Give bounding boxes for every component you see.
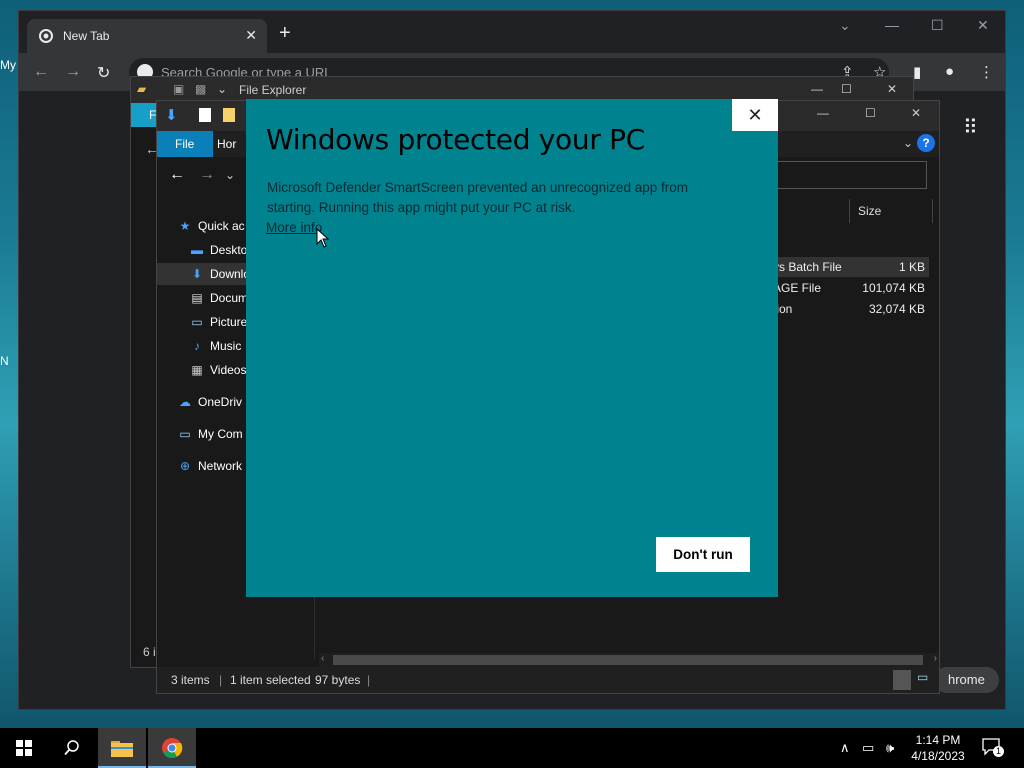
notification-count-badge: 1 <box>993 746 1004 757</box>
computer-icon: ▭ <box>179 427 191 441</box>
dialog-close-button[interactable]: ✕ <box>732 99 778 131</box>
status-selected: 1 item selected <box>230 673 311 687</box>
downloads-icon: ⬇ <box>191 267 203 281</box>
search-icon <box>64 740 79 756</box>
status-divider: | <box>219 673 223 687</box>
tab-search-icon[interactable]: ⌄ <box>839 17 851 34</box>
volume-icon[interactable]: 🕪 <box>886 740 894 756</box>
ribbon-file-tab[interactable]: F <box>131 103 159 127</box>
ribbon-file-tab[interactable]: File <box>157 131 213 157</box>
forward-icon[interactable]: → <box>65 63 81 81</box>
properties-icon: ▣ <box>173 82 185 96</box>
clock[interactable]: 1:14 PM 4/18/2023 <box>908 732 968 764</box>
star-icon: ★ <box>179 219 191 233</box>
forward-icon[interactable]: → <box>199 166 215 184</box>
maximize-button[interactable]: ☐ <box>865 106 876 120</box>
close-button[interactable]: ✕ <box>977 17 989 34</box>
status-bar: 3 items | 1 item selected 97 bytes | ▭ <box>157 667 939 693</box>
mouse-cursor-icon <box>316 228 330 248</box>
minimize-button[interactable]: — <box>817 106 829 120</box>
download-arrow-icon: ⬇ <box>165 107 178 124</box>
scroll-left-icon[interactable]: ‹ <box>321 653 324 664</box>
help-icon[interactable]: ? <box>917 134 935 152</box>
chrome-tab-new-tab[interactable]: New Tab ✕ <box>27 19 267 53</box>
customize-chrome-button[interactable]: hrome <box>934 667 999 693</box>
dont-run-button[interactable]: Don't run <box>656 537 750 572</box>
details-view-icon[interactable] <box>893 670 911 690</box>
profile-icon[interactable]: ● <box>945 63 954 80</box>
pictures-icon: ▭ <box>191 315 203 329</box>
taskbar-chrome[interactable] <box>148 728 196 768</box>
chrome-favicon-icon <box>39 29 53 43</box>
back-icon[interactable]: ← <box>33 63 49 81</box>
taskbar: ∧ ▭ 🕪 1:14 PM 4/18/2023 1 <box>0 728 1024 768</box>
videos-icon: ▦ <box>191 363 203 377</box>
file-explorer-icon <box>111 741 133 757</box>
status-bytes: 97 bytes <box>315 673 361 687</box>
minimize-button[interactable]: — <box>885 17 899 33</box>
more-info-link[interactable]: More info <box>266 220 322 235</box>
new-tab-button[interactable]: + <box>279 23 291 43</box>
taskbar-file-explorer[interactable] <box>98 728 146 768</box>
clock-time: 1:14 PM <box>915 733 961 747</box>
close-button[interactable]: ✕ <box>887 82 897 96</box>
smartscreen-dialog: ✕ Windows protected your PC Microsoft De… <box>246 99 778 597</box>
show-hidden-icons-icon[interactable]: ∧ <box>840 740 850 756</box>
scrollbar-thumb[interactable] <box>333 655 923 665</box>
apps-grid-icon[interactable]: ⠿ <box>963 115 978 140</box>
maximize-button[interactable]: ☐ <box>931 17 944 34</box>
side-panel-icon[interactable]: ▮ <box>913 63 921 81</box>
file-row[interactable]: AGE File 101,074 KB <box>769 278 929 298</box>
column-header-size[interactable]: Size <box>849 199 933 223</box>
chrome-icon <box>162 738 183 759</box>
start-button[interactable] <box>0 728 48 768</box>
desktop-icon-label[interactable]: N <box>0 354 18 368</box>
file-row[interactable]: vs Batch File 1 KB <box>769 257 929 277</box>
network-icon: ⊕ <box>179 459 191 473</box>
new-folder-icon[interactable] <box>223 108 235 122</box>
desktop-icon-label[interactable]: My <box>0 58 18 72</box>
menu-icon[interactable]: ⋮ <box>979 63 994 81</box>
minimize-button[interactable]: — <box>811 82 823 96</box>
tab-close-icon[interactable]: ✕ <box>245 27 257 44</box>
file-row[interactable]: tion 32,074 KB <box>769 299 929 319</box>
chrome-tabstrip: New Tab ✕ + ⌄ — ☐ ✕ <box>19 11 1005 53</box>
search-input[interactable] <box>775 161 927 189</box>
close-button[interactable]: ✕ <box>911 106 921 120</box>
search-button[interactable] <box>48 728 96 768</box>
explorer-back-title: File Explorer <box>239 83 307 97</box>
network-tray-icon[interactable]: ▭ <box>862 740 874 756</box>
status-divider: | <box>367 673 371 687</box>
properties-icon[interactable] <box>199 108 211 122</box>
large-icons-view-icon[interactable]: ▭ <box>917 670 928 684</box>
music-icon: ♪ <box>194 339 200 353</box>
recent-dropdown-icon[interactable]: ⌄ <box>225 168 235 182</box>
dialog-body-text: Microsoft Defender SmartScreen prevented… <box>267 180 688 215</box>
desktop-folder-icon: ▬ <box>191 243 203 257</box>
windows-logo-icon <box>16 740 32 756</box>
qat-dropdown-icon[interactable]: ⌄ <box>217 82 227 96</box>
documents-icon: ▤ <box>191 291 203 305</box>
newfolder-icon: ▩ <box>195 82 207 96</box>
onedrive-icon: ☁ <box>179 395 191 409</box>
maximize-button[interactable]: ☐ <box>841 82 852 96</box>
ribbon-home-tab[interactable]: Hor <box>217 137 236 151</box>
back-icon[interactable]: ← <box>169 166 185 184</box>
horizontal-scrollbar[interactable]: ‹ › <box>319 653 939 667</box>
dialog-heading: Windows protected your PC <box>266 123 645 156</box>
status-text: 6 i <box>143 645 156 659</box>
reload-icon[interactable]: ↻ <box>97 63 110 83</box>
clock-date: 4/18/2023 <box>911 749 965 763</box>
tab-title: New Tab <box>63 29 110 43</box>
scroll-right-icon[interactable]: › <box>934 653 937 664</box>
status-items: 3 items <box>171 673 210 687</box>
action-center-button[interactable]: 1 <box>982 738 1004 757</box>
expand-ribbon-icon[interactable]: ⌄ <box>903 136 913 150</box>
folder-icon: ▰ <box>137 82 147 96</box>
